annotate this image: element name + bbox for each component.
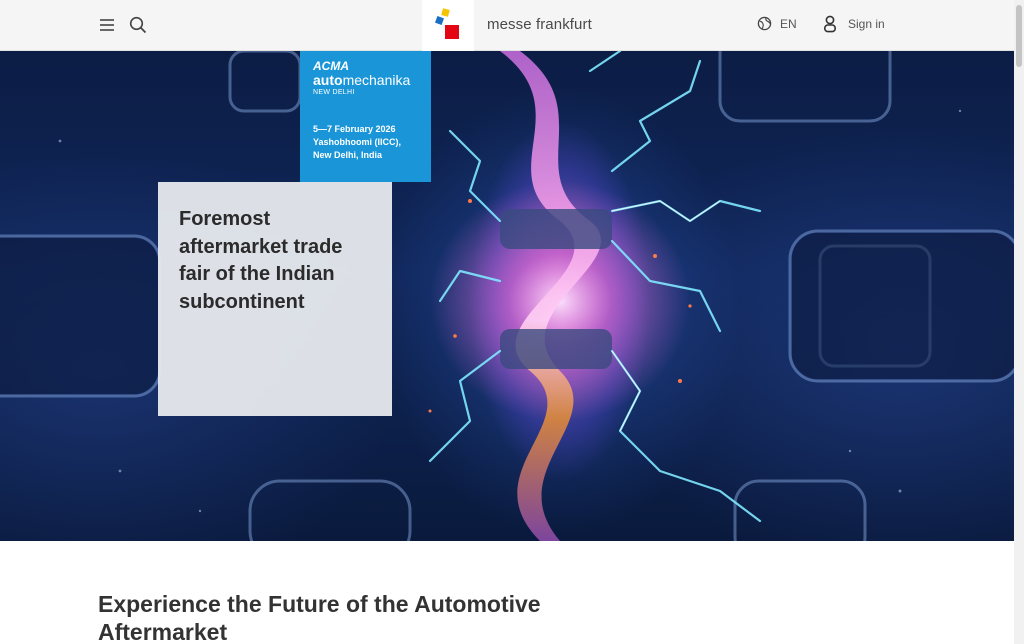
user-icon: [823, 15, 836, 33]
scrollbar-thumb[interactable]: [1016, 5, 1022, 67]
badge-auto-bold: auto: [313, 72, 343, 88]
page: messe frankfurt EN Sign in ACMA automech…: [0, 0, 1024, 644]
messe-frankfurt-logo[interactable]: [422, 0, 474, 51]
badge-city: NEW DELHI: [313, 89, 355, 96]
site-header: messe frankfurt EN Sign in: [0, 0, 1014, 51]
badge-venue: Yashobhoomi (IICC), New Delhi, India: [313, 137, 402, 160]
brand-name[interactable]: messe frankfurt: [487, 16, 592, 33]
menu-icon[interactable]: [97, 15, 117, 35]
signin-button[interactable]: Sign in: [822, 15, 885, 33]
signin-label: Sign in: [848, 17, 885, 31]
globe-icon: [757, 16, 772, 31]
logo-mark: [435, 8, 459, 39]
event-logo-badge[interactable]: ACMA automechanika NEW DELHI 5—7 Februar…: [300, 51, 431, 182]
tagline-card: Foremost aftermarket trade fair of the I…: [158, 182, 392, 416]
vertical-scrollbar[interactable]: [1014, 0, 1024, 644]
badge-auto-rest: mechanika: [342, 72, 411, 88]
section-title: Experience the Future of the Automotive …: [98, 591, 541, 644]
badge-dates: 5—7 February 2026: [313, 124, 396, 134]
hero-tagline: Foremost aftermarket trade fair of the I…: [179, 208, 343, 313]
language-label: EN: [780, 16, 797, 31]
hero-image: [0, 51, 1014, 541]
hero-banner: ACMA automechanika NEW DELHI 5—7 Februar…: [0, 51, 1014, 541]
search-icon[interactable]: [128, 15, 148, 35]
badge-automechanika: automechanika: [313, 73, 418, 88]
language-selector[interactable]: EN: [757, 16, 797, 31]
